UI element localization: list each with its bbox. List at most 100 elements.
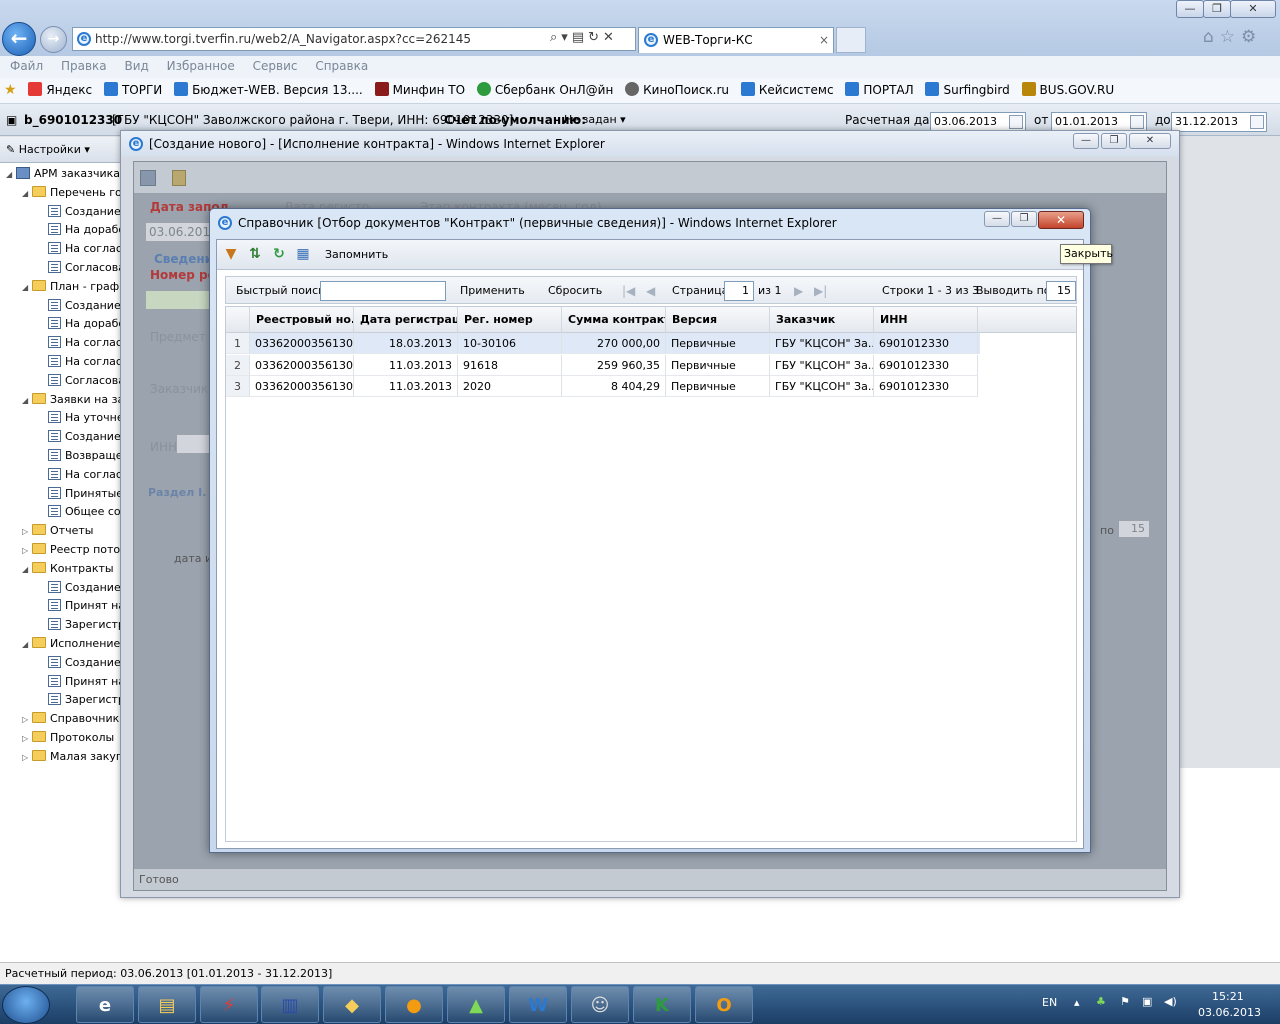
taskbar-word-icon[interactable]: W	[509, 986, 567, 1023]
menu-view[interactable]: Вид	[124, 59, 148, 73]
collapsed-arrow-icon[interactable]: ▷	[22, 730, 32, 748]
clock-time[interactable]: 15:21	[1212, 990, 1244, 1003]
close-button[interactable]: ✕	[1129, 133, 1171, 149]
tree-item[interactable]: Создание	[38, 654, 120, 672]
tree-item[interactable]: Общее со	[38, 503, 120, 521]
tree-item[interactable]: Создание	[38, 428, 120, 446]
page-input[interactable]: 1	[724, 281, 754, 301]
tree-item[interactable]: ◢ АРМ заказчика п	[6, 165, 120, 183]
tree-item[interactable]: ◢ План - графи	[22, 278, 120, 296]
menu-edit[interactable]: Правка	[61, 59, 107, 73]
taskbar-user-icon[interactable]: ☺	[571, 986, 629, 1023]
table-row[interactable]: 3 03362000356130... 11.03.2013 2020 8 404,29…	[226, 376, 980, 397]
fav-keysystems[interactable]: Кейсистемс	[740, 78, 834, 102]
tree-item[interactable]: На соглас	[38, 466, 120, 484]
tree-item[interactable]: Согласова	[38, 372, 120, 390]
from-date-field[interactable]: 01.01.2013	[1051, 112, 1147, 132]
calendar-icon[interactable]	[1130, 115, 1144, 129]
to-date-field[interactable]: 31.12.2013	[1171, 112, 1267, 132]
table-row[interactable]: 1 03362000356130... 18.03.2013 10-30106 270 …	[226, 333, 980, 354]
fav-kinopoisk[interactable]: КиноПоиск.ru	[625, 78, 729, 102]
network-icon[interactable]: ▣	[1142, 995, 1152, 1008]
calendar-icon[interactable]	[1250, 115, 1264, 129]
tree-item[interactable]: На соглас	[38, 353, 120, 371]
calc-date-field[interactable]: 03.06.2013	[930, 112, 1026, 132]
tree-item[interactable]: ▷ Протоколы	[22, 729, 114, 747]
table-row[interactable]: 2 03362000356130... 11.03.2013 91618 259 960…	[226, 354, 980, 376]
taskbar-pdf-icon[interactable]: ⚡	[200, 986, 258, 1023]
taskbar-outlook-icon[interactable]: O	[695, 986, 753, 1023]
sort-icon[interactable]: ⇅	[247, 246, 263, 262]
settings-menu[interactable]: Настройки	[19, 143, 81, 156]
collapsed-arrow-icon[interactable]: ▷	[22, 749, 32, 767]
fav-yandex[interactable]: Яндекс	[28, 78, 92, 102]
star-icon[interactable]: ☆	[1220, 27, 1241, 47]
tree-item[interactable]: Принят на	[38, 673, 120, 691]
taskbar-explorer-icon[interactable]: ▤	[138, 986, 196, 1023]
col-inn[interactable]: ИНН	[874, 307, 978, 333]
number-field[interactable]	[145, 290, 215, 310]
window-titlebar[interactable]: e [Создание нового] - [Исполнение контра…	[121, 131, 1179, 157]
close-button[interactable]: ✕	[1230, 0, 1276, 18]
start-button[interactable]	[2, 986, 50, 1024]
home-icon[interactable]: ⌂	[1203, 27, 1220, 47]
maximize-button[interactable]: ❐	[1203, 0, 1231, 18]
tree-item[interactable]: Принятые	[38, 485, 120, 503]
tree-item[interactable]: ▷ Отчеты	[22, 522, 93, 540]
tray-app-icon[interactable]: ♣	[1096, 995, 1106, 1008]
tree-item[interactable]: ▷ Реестр пото	[22, 541, 120, 559]
save-icon[interactable]	[140, 170, 156, 186]
tree-item[interactable]: На дорабо	[38, 221, 120, 239]
last-page-icon[interactable]: ▶|	[814, 277, 827, 305]
tab-close-icon[interactable]: ×	[819, 28, 829, 52]
maximize-button[interactable]: ❐	[1011, 211, 1037, 227]
tree-item[interactable]: Создание	[38, 297, 120, 315]
fav-minfin[interactable]: Минфин ТО	[374, 78, 465, 102]
fav-surfingbird[interactable]: Surfingbird	[925, 78, 1010, 102]
clock-date[interactable]: 03.06.2013	[1198, 1006, 1261, 1019]
dialog-titlebar[interactable]: e Справочник [Отбор документов "Контракт…	[210, 209, 1090, 237]
prev-page-icon[interactable]: ◀	[646, 277, 655, 305]
col-reg-date[interactable]: Дата регистрац...	[354, 307, 458, 333]
fav-sberbank[interactable]: Сбербанк ОнЛ@йн	[476, 78, 613, 102]
language-indicator[interactable]: EN	[1042, 996, 1057, 1009]
apply-button[interactable]: Применить	[460, 277, 525, 305]
gear-icon[interactable]: ⚙	[1241, 27, 1262, 47]
forward-button[interactable]: →	[40, 26, 67, 53]
tree-item[interactable]: ◢ Перечень гос	[22, 184, 120, 202]
chevron-down-icon[interactable]: ▾	[84, 143, 90, 156]
menu-help[interactable]: Справка	[315, 59, 368, 73]
tree-item[interactable]: На соглас	[38, 240, 120, 258]
tray-arrow-icon[interactable]: ▴	[1074, 996, 1080, 1009]
col-reg-number[interactable]: Рег. номер	[458, 307, 562, 333]
tree-item[interactable]: Принят на	[38, 597, 120, 615]
collapsed-arrow-icon[interactable]: ▷	[22, 711, 32, 729]
compat-icon[interactable]: ▤	[572, 30, 588, 45]
new-tab-button[interactable]	[836, 27, 866, 53]
fav-busgov[interactable]: BUS.GOV.RU	[1021, 78, 1114, 102]
flag-icon[interactable]: ⚑	[1120, 995, 1130, 1008]
address-tools[interactable]: ⌕▾▤↻✕	[550, 30, 634, 48]
tree-item[interactable]: Зарегистр	[38, 691, 120, 709]
col-version[interactable]: Версия	[666, 307, 770, 333]
collapsed-arrow-icon[interactable]: ▷	[22, 523, 32, 541]
col-contract-sum[interactable]: Сумма контракта	[562, 307, 666, 333]
col-registry-number[interactable]: Реестровый но...	[250, 307, 354, 333]
minimize-button[interactable]: —	[1073, 133, 1099, 149]
col-customer[interactable]: Заказчик	[770, 307, 874, 333]
fav-portal[interactable]: ПОРТАЛ	[845, 78, 914, 102]
taskbar-orange-icon[interactable]: ●	[385, 986, 443, 1023]
taskbar-tool-icon[interactable]: ▲	[447, 986, 505, 1023]
tree-item[interactable]: Создание	[38, 579, 120, 597]
tree-item[interactable]: Зарегистр	[38, 616, 120, 634]
minimize-button[interactable]: —	[984, 211, 1010, 227]
filter-icon[interactable]: ▼	[223, 246, 239, 262]
taskbar-app-icon[interactable]: ▥	[261, 986, 319, 1023]
next-page-icon[interactable]: ▶	[794, 277, 803, 305]
menu-file[interactable]: Файл	[10, 59, 43, 73]
expanded-arrow-icon[interactable]: ◢	[22, 392, 32, 410]
columns-icon[interactable]: ▦	[295, 246, 311, 262]
tree-item[interactable]: На дорабо	[38, 315, 120, 333]
dropdown-icon[interactable]: ▾	[561, 30, 572, 45]
volume-icon[interactable]: ◀)	[1164, 995, 1177, 1008]
